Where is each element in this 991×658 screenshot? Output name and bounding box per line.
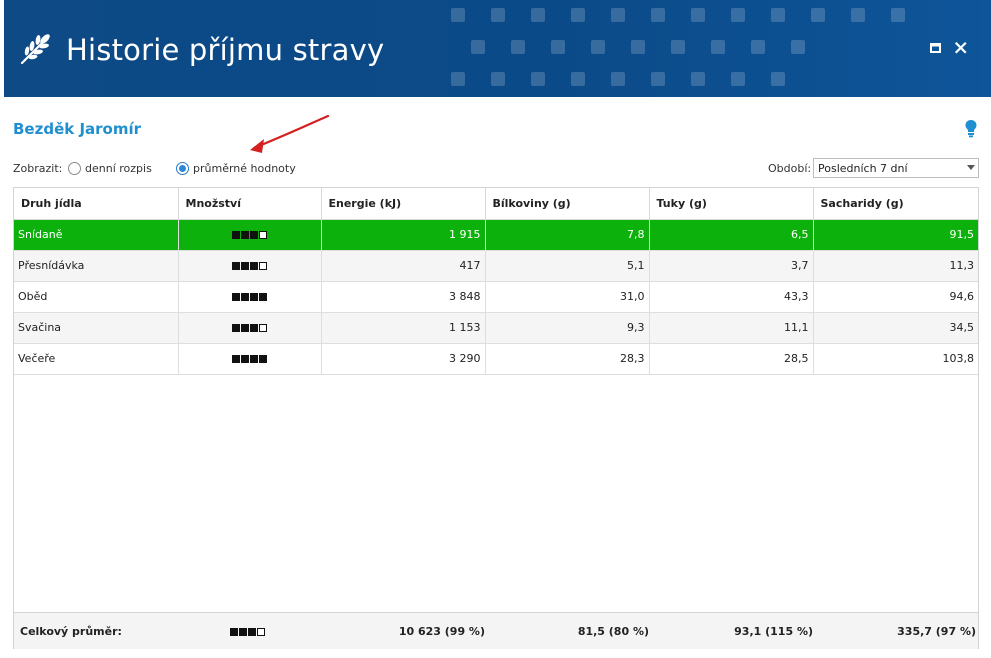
quantity-box-filled [249, 231, 258, 239]
cell-protein: 31,0 [485, 281, 650, 313]
quantity-box-filled [249, 324, 258, 332]
cell-protein: 7,8 [485, 219, 650, 251]
col-header-carbs[interactable]: Sacharidy (g) [813, 188, 978, 220]
display-label: Zobrazit: [13, 162, 63, 175]
table-row[interactable]: Svačina 1 153 9,3 11,1 34,5 [14, 312, 978, 344]
cell-carbs: 91,5 [813, 219, 978, 251]
quantity-box-empty [258, 324, 267, 332]
quantity-box-empty [257, 628, 265, 636]
quantity-indicator [178, 250, 322, 282]
radio-daily-label[interactable]: denní rozpis [85, 162, 152, 176]
patient-name: Bezděk Jaromír [13, 120, 142, 138]
table-row[interactable]: Přesnídávka 417 5,1 3,7 11,3 [14, 250, 978, 282]
quantity-box-filled [230, 628, 238, 636]
table-row[interactable]: Snídaně 1 915 7,8 6,5 91,5 [14, 219, 978, 251]
title-bar: Historie příjmu stravy [4, 0, 991, 97]
summary-energy: 10 623 (99 %) [398, 625, 485, 638]
quantity-box-filled [249, 355, 258, 363]
cell-energy: 1 153 [321, 312, 486, 344]
cell-meal: Svačina [14, 312, 179, 344]
summary-carbs: 335,7 (97 %) [897, 625, 976, 638]
cell-meal: Přesnídávka [14, 250, 179, 282]
table-row[interactable]: Oběd 3 848 31,0 43,3 94,6 [14, 281, 978, 313]
cell-meal: Večeře [14, 343, 179, 375]
quantity-box-filled [258, 355, 267, 363]
quantity-box-filled [249, 293, 258, 301]
quantity-indicator [178, 219, 322, 251]
radio-daily[interactable] [68, 162, 81, 175]
col-header-quantity[interactable]: Množství [178, 188, 322, 220]
quantity-box-filled [231, 262, 240, 270]
quantity-box-empty [258, 231, 267, 239]
col-header-fat[interactable]: Tuky (g) [649, 188, 814, 220]
cell-fat: 6,5 [649, 219, 814, 251]
close-icon[interactable] [953, 40, 969, 56]
cell-protein: 28,3 [485, 343, 650, 375]
quantity-box-filled [240, 293, 249, 301]
quantity-indicator [178, 281, 322, 313]
quantity-indicator [178, 343, 322, 375]
col-header-meal[interactable]: Druh jídla [14, 188, 179, 220]
cell-energy: 417 [321, 250, 486, 282]
lightbulb-icon[interactable] [964, 119, 978, 138]
chevron-down-icon [967, 165, 975, 170]
summary-label: Celkový průměr: [20, 625, 122, 638]
cell-carbs: 103,8 [813, 343, 978, 375]
cell-fat: 3,7 [649, 250, 814, 282]
quantity-box-filled [239, 628, 247, 636]
cell-carbs: 11,3 [813, 250, 978, 282]
quantity-box-filled [231, 231, 240, 239]
radio-average[interactable] [176, 162, 189, 175]
period-select-value: Posledních 7 dní [818, 162, 908, 175]
cell-carbs: 94,6 [813, 281, 978, 313]
cell-protein: 5,1 [485, 250, 650, 282]
cell-fat: 43,3 [649, 281, 814, 313]
app-window: Historie příjmu stravy Bezděk Jaromír Zo… [0, 0, 991, 658]
quantity-indicator [178, 312, 322, 344]
col-header-protein[interactable]: Bílkoviny (g) [485, 188, 650, 220]
cell-fat: 28,5 [649, 343, 814, 375]
quantity-box-filled [240, 231, 249, 239]
quantity-box-filled [249, 262, 258, 270]
meal-table: Druh jídla Množství Energie (kJ) Bílkovi… [14, 188, 978, 375]
cell-meal: Snídaně [14, 219, 179, 251]
radio-average-label[interactable]: průměrné hodnoty [193, 162, 296, 176]
meal-grid: Druh jídla Množství Energie (kJ) Bílkovi… [13, 187, 979, 649]
quantity-box-filled [248, 628, 256, 636]
cell-energy: 3 848 [321, 281, 486, 313]
quantity-box-filled [258, 293, 267, 301]
cell-energy: 3 290 [321, 343, 486, 375]
quantity-box-filled [240, 262, 249, 270]
quantity-box-filled [231, 293, 240, 301]
header-pattern [451, 8, 905, 86]
quantity-box-filled [240, 324, 249, 332]
quantity-box-filled [231, 324, 240, 332]
quantity-box-filled [231, 355, 240, 363]
cell-meal: Oběd [14, 281, 179, 313]
cell-fat: 11,1 [649, 312, 814, 344]
quantity-indicator [230, 613, 266, 650]
table-header-row: Druh jídla Množství Energie (kJ) Bílkovi… [14, 188, 978, 220]
cell-energy: 1 915 [321, 219, 486, 251]
quantity-box-filled [240, 355, 249, 363]
cell-carbs: 34,5 [813, 312, 978, 344]
cell-protein: 9,3 [485, 312, 650, 344]
quantity-box-empty [258, 262, 267, 270]
summary-fat: 93,1 (115 %) [734, 625, 813, 638]
window-title: Historie příjmu stravy [66, 33, 385, 67]
table-body: Snídaně 1 915 7,8 6,5 91,5 Přesnídávka 4… [14, 219, 978, 375]
maximize-icon[interactable] [928, 40, 944, 56]
col-header-energy[interactable]: Energie (kJ) [321, 188, 486, 220]
period-select[interactable]: Posledních 7 dní [813, 158, 979, 178]
wheat-icon [20, 34, 50, 65]
period-label: Období: [768, 162, 812, 175]
table-row[interactable]: Večeře 3 290 28,3 28,5 103,8 [14, 343, 978, 375]
summary-protein: 81,5 (80 %) [577, 625, 649, 638]
annotation-arrow [250, 114, 330, 153]
summary-footer: Celkový průměr: 10 623 (99 %) 81,5 (80 %… [14, 612, 978, 649]
